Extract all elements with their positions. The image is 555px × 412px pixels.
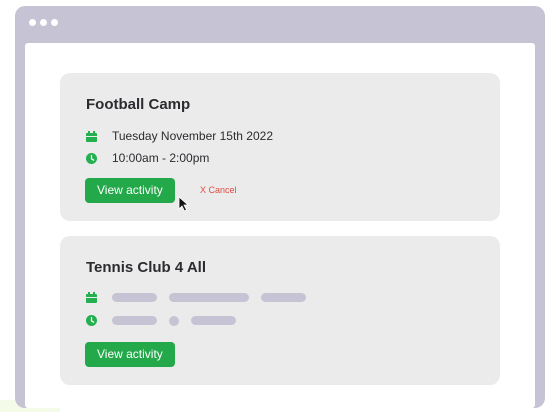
browser-window: Football Camp Tuesday November 15th 2022…	[15, 6, 545, 408]
activity-date: Tuesday November 15th 2022	[112, 129, 273, 143]
view-activity-button[interactable]: View activity	[85, 342, 175, 367]
skeleton-placeholder	[169, 293, 249, 302]
activity-date-row-loading	[86, 292, 306, 303]
calendar-icon	[86, 292, 97, 303]
window-controls	[29, 19, 58, 26]
activity-title: Football Camp	[86, 96, 191, 113]
cancel-link[interactable]: X Cancel	[200, 185, 237, 195]
window-dot[interactable]	[29, 19, 36, 26]
window-dot[interactable]	[40, 19, 47, 26]
skeleton-placeholder	[112, 316, 157, 325]
window-dot[interactable]	[51, 19, 58, 26]
skeleton-placeholder	[191, 316, 236, 325]
activity-date-row: Tuesday November 15th 2022	[86, 129, 273, 143]
skeleton-placeholder	[112, 293, 157, 302]
activity-time: 10:00am - 2:00pm	[112, 151, 210, 165]
clock-icon	[86, 152, 97, 164]
window-content: Football Camp Tuesday November 15th 2022…	[25, 43, 535, 408]
skeleton-placeholder	[261, 293, 306, 302]
activity-time-row: 10:00am - 2:00pm	[86, 151, 209, 165]
view-activity-button[interactable]: View activity	[85, 178, 175, 203]
clock-icon	[86, 315, 97, 326]
activity-card-football-camp: Football Camp Tuesday November 15th 2022…	[60, 73, 500, 221]
mouse-cursor-icon	[178, 196, 190, 217]
activity-card-tennis-club: Tennis Club 4 All View activity	[60, 236, 500, 385]
calendar-icon	[86, 130, 97, 142]
skeleton-placeholder	[169, 315, 179, 326]
activity-title: Tennis Club 4 All	[86, 259, 207, 276]
activity-time-row-loading	[86, 315, 236, 326]
